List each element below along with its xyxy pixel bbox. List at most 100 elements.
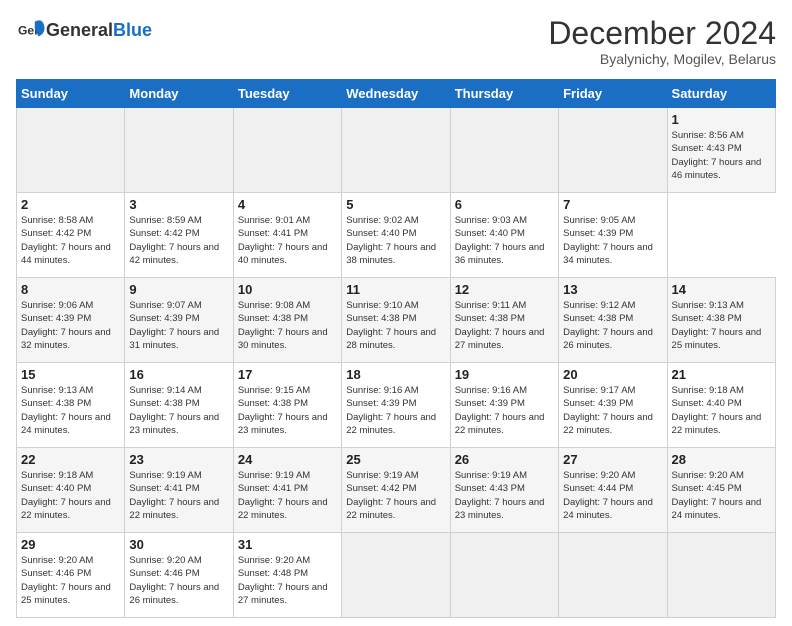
day-info: Sunrise: 9:20 AMSunset: 4:44 PMDaylight:… [563, 469, 662, 522]
calendar-cell: 13Sunrise: 9:12 AMSunset: 4:38 PMDayligh… [559, 278, 667, 363]
day-number: 29 [21, 537, 120, 552]
day-info: Sunrise: 9:18 AMSunset: 4:40 PMDaylight:… [21, 469, 120, 522]
day-info: Sunrise: 9:13 AMSunset: 4:38 PMDaylight:… [672, 299, 771, 352]
calendar-cell: 21 Sunrise: 9:18 AMSunset: 4:40 PMDayligh… [667, 363, 775, 448]
day-info: Sunrise: 9:15 AMSunset: 4:38 PMDaylight:… [238, 384, 337, 437]
calendar-cell [17, 108, 125, 193]
calendar-cell [125, 108, 233, 193]
day-number: 22 [21, 452, 120, 467]
day-info: Sunrise: 9:03 AMSunset: 4:40 PMDaylight:… [455, 214, 554, 267]
calendar-cell [233, 108, 341, 193]
calendar-table: SundayMondayTuesdayWednesdayThursdayFrid… [16, 79, 776, 618]
day-number: 6 [455, 197, 554, 212]
calendar-cell [559, 533, 667, 618]
calendar-cell: 7Sunrise: 9:05 AMSunset: 4:39 PMDaylight… [559, 193, 667, 278]
day-info: Sunrise: 9:20 AMSunset: 4:45 PMDaylight:… [672, 469, 771, 522]
calendar-cell: 5Sunrise: 9:02 AMSunset: 4:40 PMDaylight… [342, 193, 450, 278]
day-info: Sunrise: 9:16 AMSunset: 4:39 PMDaylight:… [455, 384, 554, 437]
day-number: 26 [455, 452, 554, 467]
day-number: 28 [672, 452, 771, 467]
day-info: Sunrise: 9:20 AMSunset: 4:46 PMDaylight:… [129, 554, 228, 607]
calendar-cell [559, 108, 667, 193]
calendar-cell [342, 108, 450, 193]
day-number: 21 [672, 367, 771, 382]
day-info: Sunrise: 9:20 AMSunset: 4:46 PMDaylight:… [21, 554, 120, 607]
day-header-tuesday: Tuesday [233, 80, 341, 108]
day-info: Sunrise: 9:16 AMSunset: 4:39 PMDaylight:… [346, 384, 445, 437]
day-number: 9 [129, 282, 228, 297]
day-number: 17 [238, 367, 337, 382]
location-subtitle: Byalynichy, Mogilev, Belarus [548, 51, 776, 67]
calendar-cell [450, 108, 558, 193]
day-info: Sunrise: 9:19 AMSunset: 4:43 PMDaylight:… [455, 469, 554, 522]
day-info: Sunrise: 9:01 AMSunset: 4:41 PMDaylight:… [238, 214, 337, 267]
calendar-cell: 10 Sunrise: 9:08 AMSunset: 4:38 PMDayligh… [233, 278, 341, 363]
day-number: 13 [563, 282, 662, 297]
logo-icon: Gen [18, 16, 46, 44]
calendar-cell: 3 Sunrise: 8:59 AMSunset: 4:42 PMDaylight… [125, 193, 233, 278]
day-header-saturday: Saturday [667, 80, 775, 108]
calendar-cell: 23 Sunrise: 9:19 AMSunset: 4:41 PMDayligh… [125, 448, 233, 533]
calendar-cell: 25Sunrise: 9:19 AMSunset: 4:42 PMDayligh… [342, 448, 450, 533]
title-block: December 2024 Byalynichy, Mogilev, Belar… [548, 16, 776, 67]
day-info: Sunrise: 9:11 AMSunset: 4:38 PMDaylight:… [455, 299, 554, 352]
calendar-cell [667, 533, 775, 618]
calendar-cell: 30 Sunrise: 9:20 AMSunset: 4:46 PMDayligh… [125, 533, 233, 618]
calendar-cell: 16 Sunrise: 9:14 AMSunset: 4:38 PMDayligh… [125, 363, 233, 448]
day-info: Sunrise: 8:59 AMSunset: 4:42 PMDaylight:… [129, 214, 228, 267]
calendar-cell: 15 Sunrise: 9:13 AMSunset: 4:38 PMDayligh… [17, 363, 125, 448]
calendar-cell: 18Sunrise: 9:16 AMSunset: 4:39 PMDayligh… [342, 363, 450, 448]
day-number: 14 [672, 282, 771, 297]
day-info: Sunrise: 9:19 AMSunset: 4:41 PMDaylight:… [129, 469, 228, 522]
calendar-cell: 19 Sunrise: 9:16 AMSunset: 4:39 PMDayligh… [450, 363, 558, 448]
logo-blue: Blue [113, 20, 152, 40]
calendar-cell: 1 Sunrise: 8:56 AMSunset: 4:43 PMDaylight… [667, 108, 775, 193]
day-header-monday: Monday [125, 80, 233, 108]
day-info: Sunrise: 8:56 AMSunset: 4:43 PMDaylight:… [672, 129, 771, 182]
calendar-cell: 6 Sunrise: 9:03 AMSunset: 4:40 PMDaylight… [450, 193, 558, 278]
day-info: Sunrise: 9:18 AMSunset: 4:40 PMDaylight:… [672, 384, 771, 437]
day-info: Sunrise: 9:10 AMSunset: 4:38 PMDaylight:… [346, 299, 445, 352]
day-info: Sunrise: 8:58 AMSunset: 4:42 PMDaylight:… [21, 214, 120, 267]
calendar-cell: 27Sunrise: 9:20 AMSunset: 4:44 PMDayligh… [559, 448, 667, 533]
calendar-cell: 14 Sunrise: 9:13 AMSunset: 4:38 PMDayligh… [667, 278, 775, 363]
day-header-wednesday: Wednesday [342, 80, 450, 108]
calendar-cell: 9 Sunrise: 9:07 AMSunset: 4:39 PMDaylight… [125, 278, 233, 363]
calendar-cell: 29 Sunrise: 9:20 AMSunset: 4:46 PMDayligh… [17, 533, 125, 618]
day-number: 15 [21, 367, 120, 382]
calendar-cell: 11 Sunrise: 9:10 AMSunset: 4:38 PMDayligh… [342, 278, 450, 363]
calendar-cell: 24 Sunrise: 9:19 AMSunset: 4:41 PMDayligh… [233, 448, 341, 533]
calendar-cell: 2 Sunrise: 8:58 AMSunset: 4:42 PMDaylight… [17, 193, 125, 278]
day-number: 2 [21, 197, 120, 212]
calendar-cell: 28 Sunrise: 9:20 AMSunset: 4:45 PMDayligh… [667, 448, 775, 533]
calendar-cell: 31Sunrise: 9:20 AMSunset: 4:48 PMDayligh… [233, 533, 341, 618]
day-header-sunday: Sunday [17, 80, 125, 108]
day-number: 11 [346, 282, 445, 297]
day-info: Sunrise: 9:06 AMSunset: 4:39 PMDaylight:… [21, 299, 120, 352]
calendar-cell [342, 533, 450, 618]
calendar-cell: 8 Sunrise: 9:06 AMSunset: 4:39 PMDaylight… [17, 278, 125, 363]
day-number: 12 [455, 282, 554, 297]
day-number: 16 [129, 367, 228, 382]
day-number: 3 [129, 197, 228, 212]
header: Gen GeneralBlue December 2024 Byalynichy… [16, 16, 776, 67]
calendar-cell: 17 Sunrise: 9:15 AMSunset: 4:38 PMDayligh… [233, 363, 341, 448]
day-number: 10 [238, 282, 337, 297]
day-info: Sunrise: 9:19 AMSunset: 4:41 PMDaylight:… [238, 469, 337, 522]
day-number: 24 [238, 452, 337, 467]
calendar-cell: 26 Sunrise: 9:19 AMSunset: 4:43 PMDayligh… [450, 448, 558, 533]
calendar-cell: 20Sunrise: 9:17 AMSunset: 4:39 PMDayligh… [559, 363, 667, 448]
day-info: Sunrise: 9:17 AMSunset: 4:39 PMDaylight:… [563, 384, 662, 437]
logo: Gen GeneralBlue [16, 16, 152, 44]
day-number: 19 [455, 367, 554, 382]
day-info: Sunrise: 9:02 AMSunset: 4:40 PMDaylight:… [346, 214, 445, 267]
day-info: Sunrise: 9:05 AMSunset: 4:39 PMDaylight:… [563, 214, 662, 267]
day-info: Sunrise: 9:08 AMSunset: 4:38 PMDaylight:… [238, 299, 337, 352]
day-number: 1 [672, 112, 771, 127]
day-number: 8 [21, 282, 120, 297]
day-info: Sunrise: 9:13 AMSunset: 4:38 PMDaylight:… [21, 384, 120, 437]
day-info: Sunrise: 9:07 AMSunset: 4:39 PMDaylight:… [129, 299, 228, 352]
day-number: 23 [129, 452, 228, 467]
day-info: Sunrise: 9:14 AMSunset: 4:38 PMDaylight:… [129, 384, 228, 437]
day-number: 30 [129, 537, 228, 552]
